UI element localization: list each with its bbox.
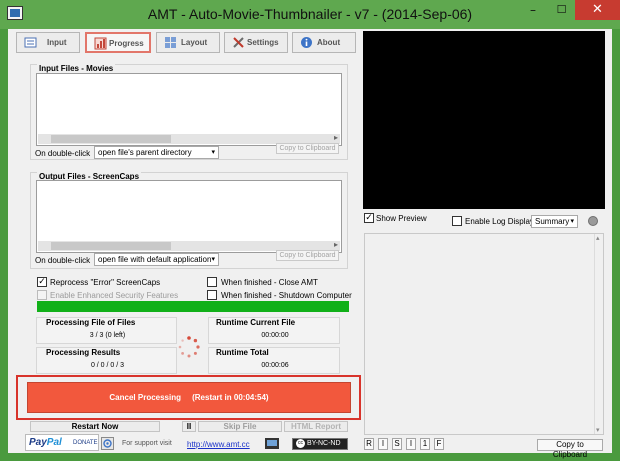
enable-log-label: Enable Log Display [465,217,534,226]
scroll-thumb[interactable] [51,242,171,250]
chevron-down-icon: ▾ [211,256,215,263]
runtime-total-title: Runtime Total [216,348,269,357]
log-level-select[interactable]: Summary ▾ [531,215,578,228]
input-double-click-label: On double-click [35,149,91,158]
close-amt-label: When finished - Close AMT [221,278,318,287]
runtime-current-title: Runtime Current File [216,318,296,327]
tab-layout-label: Layout [181,38,208,47]
progress-icon [94,37,107,50]
support-link[interactable]: http://www.amt.cc [187,440,250,449]
loading-spinner-icon [178,336,200,358]
reprocess-error-label: Reprocess "Error" ScreenCaps [50,278,161,287]
results-box: Processing Results 0 / 0 / 0 / 3 [36,347,177,374]
input-copy-button[interactable]: Copy to Clipboard [276,143,339,154]
cc-icon: cc [296,439,305,448]
app-window: AMT - Auto-Movie-Thumbnailer - v7 - (201… [0,0,620,461]
tab-progress-label: Progress [109,39,144,48]
layout-icon [165,37,176,48]
scroll-down-icon[interactable]: ▾ [596,426,600,434]
paypal-donate-button[interactable]: PayPal DONATE [25,434,99,451]
enhanced-security-checkbox[interactable] [37,290,47,300]
tab-settings-label: Settings [247,38,279,47]
scroll-up-icon[interactable]: ▴ [596,234,600,242]
runtime-total-value: 00:00:06 [261,362,289,369]
chevron-down-icon: ▾ [211,149,215,156]
close-amt-checkbox[interactable] [207,277,217,287]
output-double-click-select[interactable]: open file with default application ▾ [94,253,219,266]
tab-input[interactable]: Input [16,32,80,53]
minimize-button[interactable]: – [518,0,548,20]
copy-clipboard-button[interactable]: Copy to Clipboard [537,439,603,459]
flag-1[interactable]: 1 [420,438,430,450]
tab-about-label: About [317,38,341,47]
close-button[interactable]: ✕ [575,0,620,20]
output-double-click-label: On double-click [35,256,91,265]
runtime-current-value: 00:00:00 [261,332,289,339]
skip-file-button[interactable]: Skip File [198,421,282,432]
flag-f[interactable]: F [434,438,444,450]
tab-progress[interactable]: Progress [85,32,151,53]
about-icon [301,37,312,48]
scroll-thumb[interactable] [51,135,171,143]
maximize-button[interactable]: ☐ [548,0,575,20]
show-preview-label: Show Preview [376,214,427,223]
cancel-processing-button[interactable]: Cancel Processing (Restart in 00:04:54) [27,382,351,413]
tab-settings[interactable]: Settings [224,32,288,53]
pause-button[interactable]: II [182,421,196,432]
input-files-title: Input Files - Movies [37,64,116,73]
support-text: For support visit [122,440,172,447]
input-files-list[interactable]: ▸ [36,73,342,146]
file-of-files-box: Processing File of Files 3 / 3 (0 left) [36,317,177,344]
enable-log-checkbox[interactable] [452,216,462,226]
output-files-list[interactable]: ▸ [36,180,342,253]
output-copy-button[interactable]: Copy to Clipboard [276,250,339,261]
reprocess-error-checkbox[interactable]: ✓ [37,277,47,287]
runtime-total-box: Runtime Total 00:00:06 [208,347,340,374]
input-double-click-value: open file's parent directory [98,148,192,157]
chevron-down-icon: ▾ [570,218,574,225]
title-bar[interactable]: AMT - Auto-Movie-Thumbnailer - v7 - (201… [0,0,620,29]
html-report-button[interactable]: HTML Report [284,421,348,432]
tab-about[interactable]: About [292,32,356,53]
input-double-click-select[interactable]: open file's parent directory ▾ [94,146,219,159]
paypal-logo: PayPal [29,437,62,448]
info-icon[interactable] [101,437,114,450]
show-preview-checkbox[interactable]: ✓ [364,213,374,223]
results-title: Processing Results [46,348,121,357]
input-icon [24,37,37,48]
log-scrollbar[interactable]: ▴ ▾ [594,234,603,434]
tab-layout[interactable]: Layout [156,32,220,53]
tab-input-label: Input [47,38,67,47]
log-display[interactable]: ▴ ▾ [364,233,604,435]
shutdown-checkbox[interactable] [207,290,217,300]
flag-i2[interactable]: I [406,438,416,450]
monitor-icon [265,438,279,449]
scroll-right-icon[interactable]: ▸ [334,133,338,142]
scroll-right-icon[interactable]: ▸ [334,240,338,249]
status-indicator-icon [588,216,598,226]
results-value: 0 / 0 / 0 / 3 [90,362,125,369]
progress-bar [37,301,349,312]
enhanced-security-label: Enable Enhanced Security Features [50,291,179,300]
cc-license-label: BY-NC-ND [306,440,341,447]
runtime-current-box: Runtime Current File 00:00:00 [208,317,340,344]
log-level-value: Summary [535,217,570,226]
client-area: Input Progress Layout Settings About Inp… [8,29,612,459]
settings-icon [233,37,244,48]
donate-label: DONATE [73,440,98,446]
flag-s[interactable]: S [392,438,402,450]
creative-commons-badge[interactable]: cc BY-NC-ND [292,438,348,450]
file-of-files-value: 3 / 3 (0 left) [89,332,126,339]
preview-area [363,31,605,209]
flag-i[interactable]: I [378,438,388,450]
shutdown-label: When finished - Shutdown Computer [221,291,352,300]
restart-now-button[interactable]: Restart Now [30,421,160,432]
file-of-files-title: Processing File of Files [46,318,136,327]
flag-r[interactable]: R [364,438,374,450]
output-double-click-value: open file with default application [98,255,212,264]
